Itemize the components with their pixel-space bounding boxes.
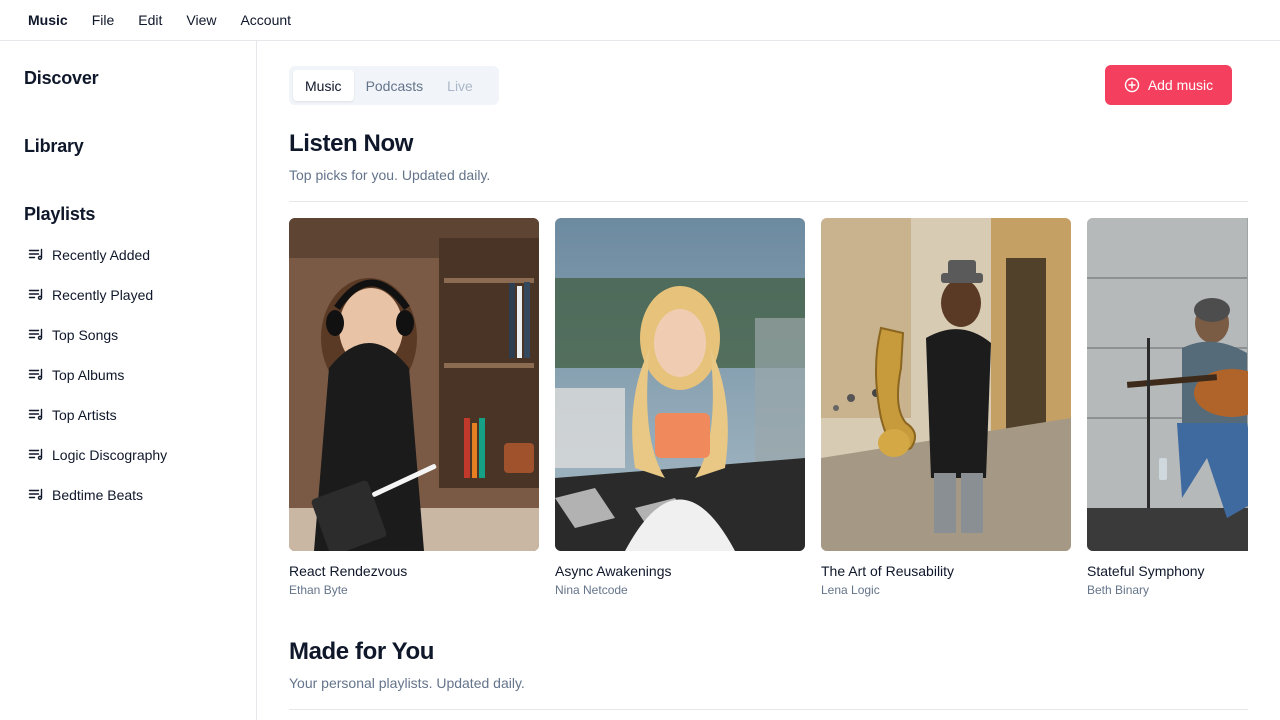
menu-account[interactable]: Account: [228, 6, 303, 34]
list-music-icon: [28, 247, 44, 263]
playlist-list: Recently Added Recently Played Top Songs…: [16, 235, 240, 515]
menu-edit[interactable]: Edit: [126, 6, 174, 34]
content-tabs: Music Podcasts Live: [289, 66, 499, 105]
section-divider: [289, 201, 1248, 202]
main-content: Music Podcasts Live Add music Listen Now…: [289, 41, 1248, 720]
sidebar-heading-playlists: Playlists: [24, 204, 96, 224]
list-music-icon: [28, 487, 44, 503]
listen-now-title: Listen Now: [289, 130, 414, 157]
playlist-item-top-artists[interactable]: Top Artists: [16, 395, 240, 435]
album-card[interactable]: Stateful Symphony Beth Binary: [1087, 218, 1248, 597]
album-cover[interactable]: [555, 218, 805, 551]
tab-live: Live: [447, 77, 473, 94]
sidebar-heading-discover: Discover: [24, 68, 99, 88]
list-music-icon: [28, 327, 44, 343]
album-artist: Beth Binary: [1087, 583, 1150, 597]
album-artist: Lena Logic: [821, 583, 880, 597]
add-music-label: Add music: [1147, 77, 1214, 93]
album-card[interactable]: Async Awakenings Nina Netcode: [555, 218, 805, 597]
list-music-icon: [28, 287, 44, 303]
list-music-icon: [28, 407, 44, 423]
plus-circle-icon: [1124, 77, 1140, 93]
tab-music[interactable]: Music: [293, 70, 354, 101]
album-cover[interactable]: [1087, 218, 1248, 551]
menu-view[interactable]: View: [174, 6, 228, 34]
album-row: React Rendezvous Ethan Byte Async Awaken…: [289, 218, 1248, 608]
playlist-item-bedtime-beats[interactable]: Bedtime Beats: [16, 475, 240, 515]
section-divider: [289, 709, 1248, 710]
playlist-item-recently-played[interactable]: Recently Played: [16, 275, 240, 315]
album-artist: Ethan Byte: [289, 583, 348, 597]
playlist-item-top-albums[interactable]: Top Albums: [16, 355, 240, 395]
list-music-icon: [28, 367, 44, 383]
album-title: React Rendezvous: [289, 563, 408, 579]
album-title: Stateful Symphony: [1087, 563, 1205, 579]
album-title: Async Awakenings: [555, 563, 672, 579]
menubar: Music File Edit View Account: [0, 0, 1280, 41]
album-cover[interactable]: [821, 218, 1071, 551]
album-card[interactable]: React Rendezvous Ethan Byte: [289, 218, 539, 597]
listen-now-subtitle: Top picks for you. Updated daily.: [289, 167, 491, 183]
playlist-label: Top Songs: [52, 327, 119, 343]
album-card[interactable]: The Art of Reusability Lena Logic: [821, 218, 1071, 597]
album-artist: Nina Netcode: [555, 583, 628, 597]
menu-music[interactable]: Music: [16, 6, 80, 34]
tab-podcasts[interactable]: Podcasts: [354, 70, 436, 101]
list-music-icon: [28, 447, 44, 463]
playlist-label: Top Artists: [52, 407, 117, 423]
playlist-label: Recently Played: [52, 287, 154, 303]
made-for-you-title: Made for You: [289, 638, 434, 665]
sidebar: Discover Library Playlists Recently Adde…: [0, 41, 257, 720]
playlist-label: Bedtime Beats: [52, 487, 144, 503]
album-title: The Art of Reusability: [821, 563, 955, 579]
playlist-item-top-songs[interactable]: Top Songs: [16, 315, 240, 355]
menu-file[interactable]: File: [80, 6, 127, 34]
album-cover[interactable]: [289, 218, 539, 551]
playlist-label: Top Albums: [52, 367, 125, 383]
add-music-button[interactable]: Add music: [1105, 65, 1232, 105]
playlist-label: Logic Discography: [52, 447, 168, 463]
sidebar-heading-library: Library: [24, 136, 84, 156]
playlist-label: Recently Added: [52, 247, 151, 263]
made-for-you-subtitle: Your personal playlists. Updated daily.: [289, 675, 525, 691]
playlist-item-logic-discography[interactable]: Logic Discography: [16, 435, 240, 475]
playlist-item-recently-added[interactable]: Recently Added: [16, 235, 240, 275]
